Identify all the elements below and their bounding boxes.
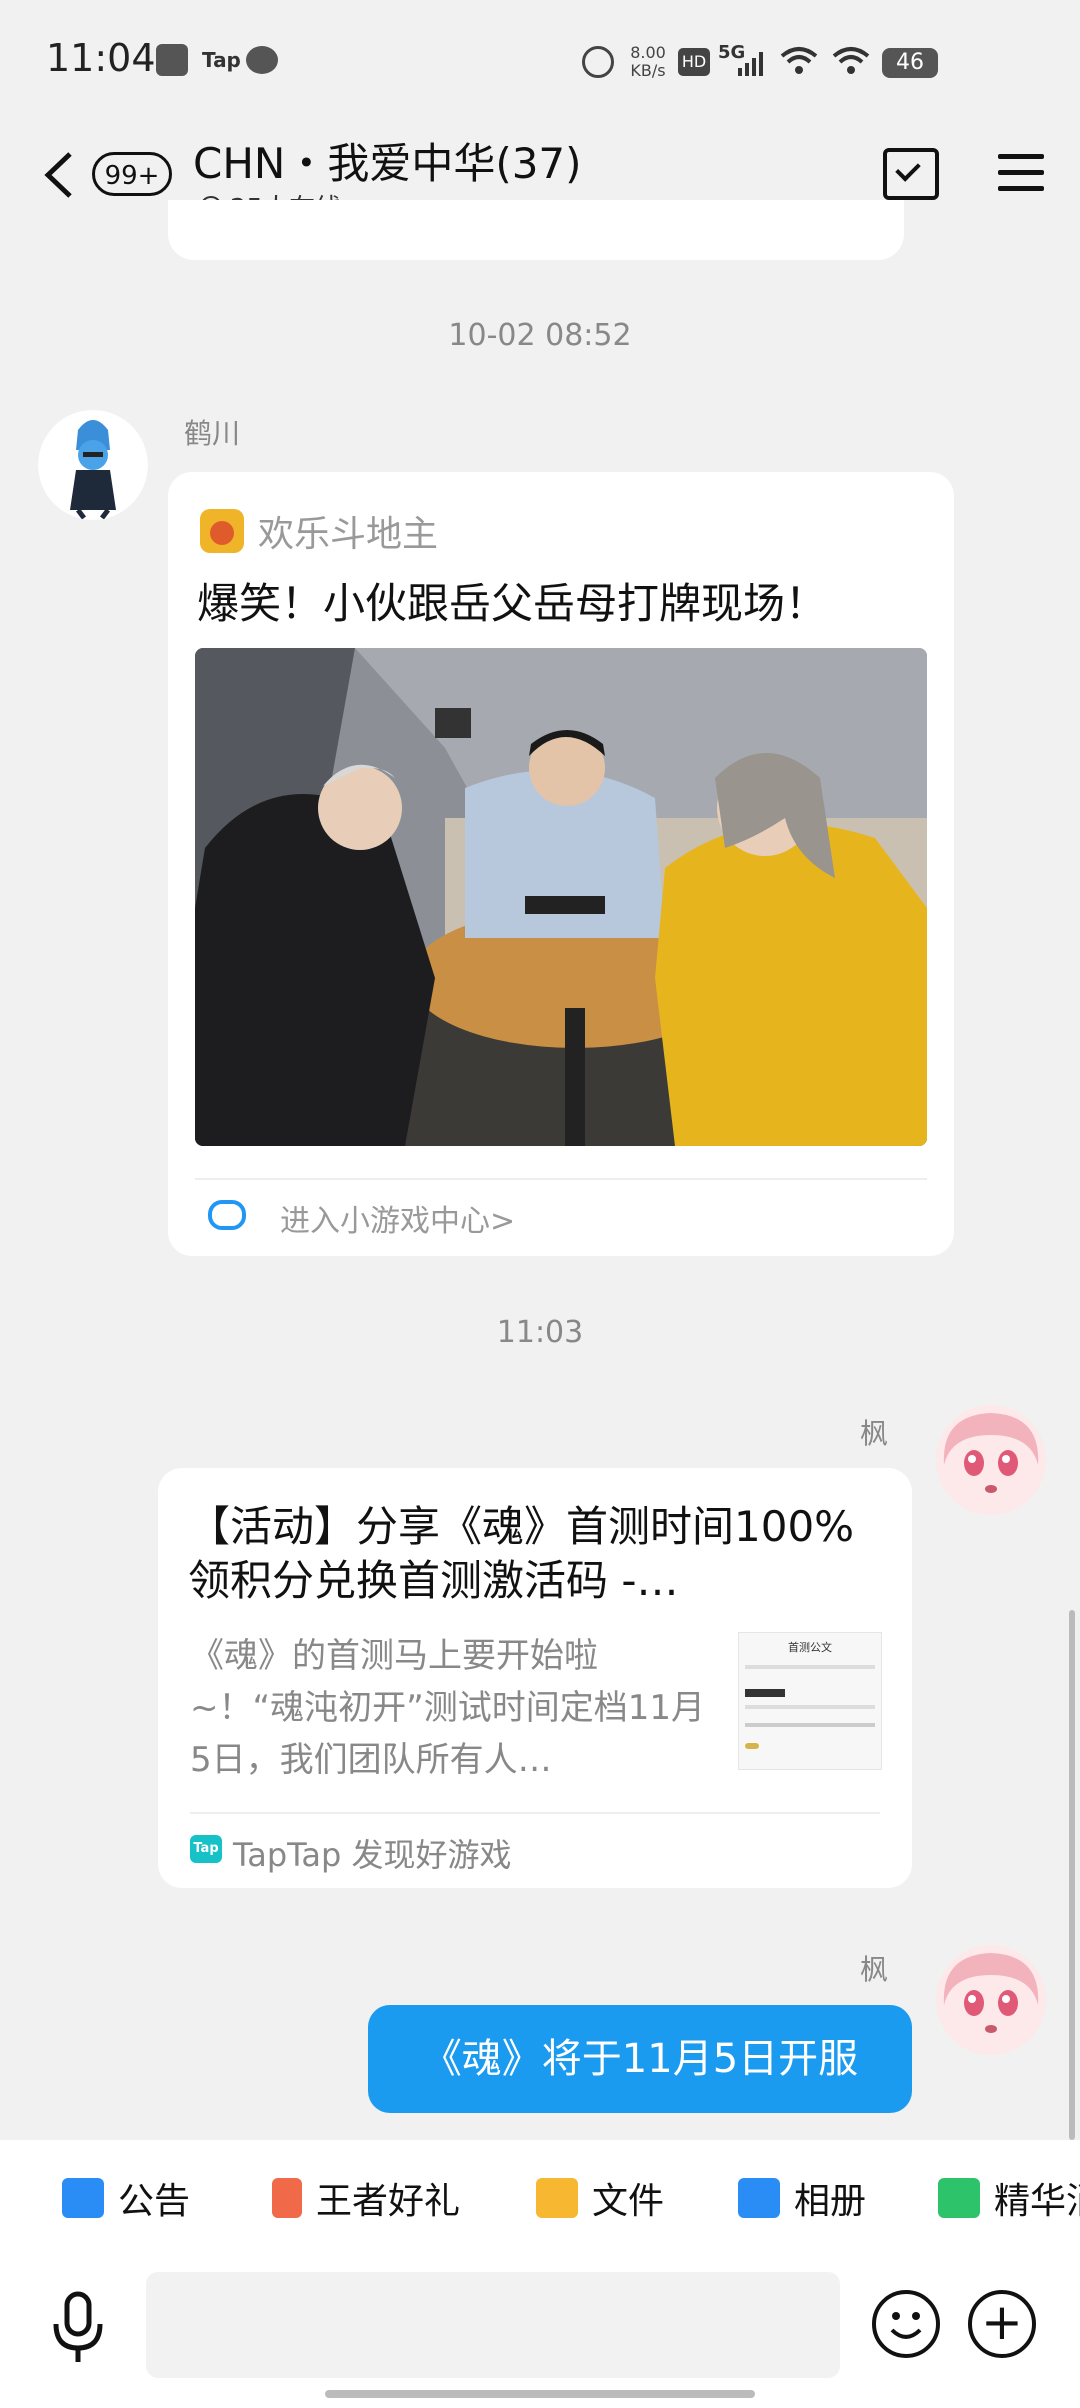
timestamp: 10-02 08:52: [448, 318, 632, 353]
mini-game-center-link[interactable]: 进入小游戏中心>: [280, 1196, 515, 1240]
wifi-icon-1: [780, 46, 818, 80]
previous-message-card: [168, 200, 904, 260]
game-app-icon: [200, 509, 244, 553]
video-thumbnail[interactable]: [195, 648, 927, 1146]
chat-scrollbar[interactable]: [1069, 1610, 1075, 2140]
chat-notification-icon: [246, 46, 278, 74]
tool-essence[interactable]: 精华消: [938, 2172, 1080, 2224]
sender-name: 枫: [860, 1953, 889, 1986]
sender-name: 鹤川: [184, 417, 241, 450]
taptap-logo-icon: Tap: [190, 1835, 222, 1863]
folder-icon: [536, 2178, 578, 2218]
shared-link-source: TapTap 发现好游戏: [233, 1836, 512, 1874]
gift-icon: [272, 2178, 302, 2218]
tool-album[interactable]: 相册: [738, 2172, 866, 2224]
avatar-feng[interactable]: [936, 1405, 1046, 1515]
card-divider: [195, 1178, 927, 1180]
shared-link-thumbnail: 首测公文: [738, 1632, 882, 1770]
card-headline: 爆笑！小伙跟岳父岳母打牌现场！: [197, 579, 828, 628]
tool-king-gifts[interactable]: 王者好礼: [272, 2172, 460, 2224]
thumbnail-title: 首测公文: [788, 1641, 832, 1654]
net-speed: 8.00 KB/s: [630, 43, 666, 80]
status-time: 11:04: [46, 36, 156, 80]
shared-link-title: 【活动】分享《魂》首测时间100%领积分兑换首测激活码 -…: [188, 1502, 855, 1605]
plus-icon[interactable]: +: [968, 2290, 1036, 2358]
sender-name: 枫: [860, 1417, 889, 1450]
tool-announcement[interactable]: 公告: [62, 2172, 190, 2224]
menu-icon[interactable]: [998, 154, 1044, 202]
announcement-icon: [62, 2178, 104, 2218]
message-input[interactable]: [146, 2272, 840, 2378]
essence-icon: [938, 2178, 980, 2218]
signal-bars-icon: [736, 50, 766, 76]
avatar-hechuan[interactable]: [38, 410, 148, 520]
game-source: 欢乐斗地主: [200, 505, 438, 557]
avatar-feng[interactable]: [936, 1945, 1046, 2055]
battery-icon: 46: [882, 48, 938, 78]
card-divider: [190, 1812, 880, 1814]
taptap-notification-icon: Tap: [202, 48, 241, 72]
hd-icon: HD: [678, 48, 710, 76]
check-in-calendar-icon[interactable]: [883, 148, 939, 200]
unread-badge[interactable]: 99+: [92, 152, 172, 196]
text-message-bubble[interactable]: 《魂》将于11月5日开服: [368, 2005, 912, 2113]
back-arrow-icon[interactable]: [40, 150, 80, 200]
alarm-icon: [582, 46, 614, 78]
album-icon: [738, 2178, 780, 2218]
chat-title[interactable]: CHN・我爱中华(37): [193, 130, 582, 191]
gamepad-icon: [208, 1200, 246, 1230]
microphone-icon[interactable]: [48, 2290, 108, 2366]
tool-files[interactable]: 文件: [536, 2172, 664, 2224]
shared-link-description: 《魂》的首测马上要开始啦~！“魂沌初开”测试时间定档11月5日，我们团队所有人…: [190, 1636, 705, 1780]
home-indicator[interactable]: [325, 2390, 755, 2398]
emoji-icon[interactable]: [872, 2290, 940, 2358]
wifi-icon-2: [832, 46, 870, 80]
app-notification-icon: [156, 44, 188, 76]
game-name: 欢乐斗地主: [258, 514, 439, 555]
timestamp: 11:03: [496, 1315, 584, 1350]
